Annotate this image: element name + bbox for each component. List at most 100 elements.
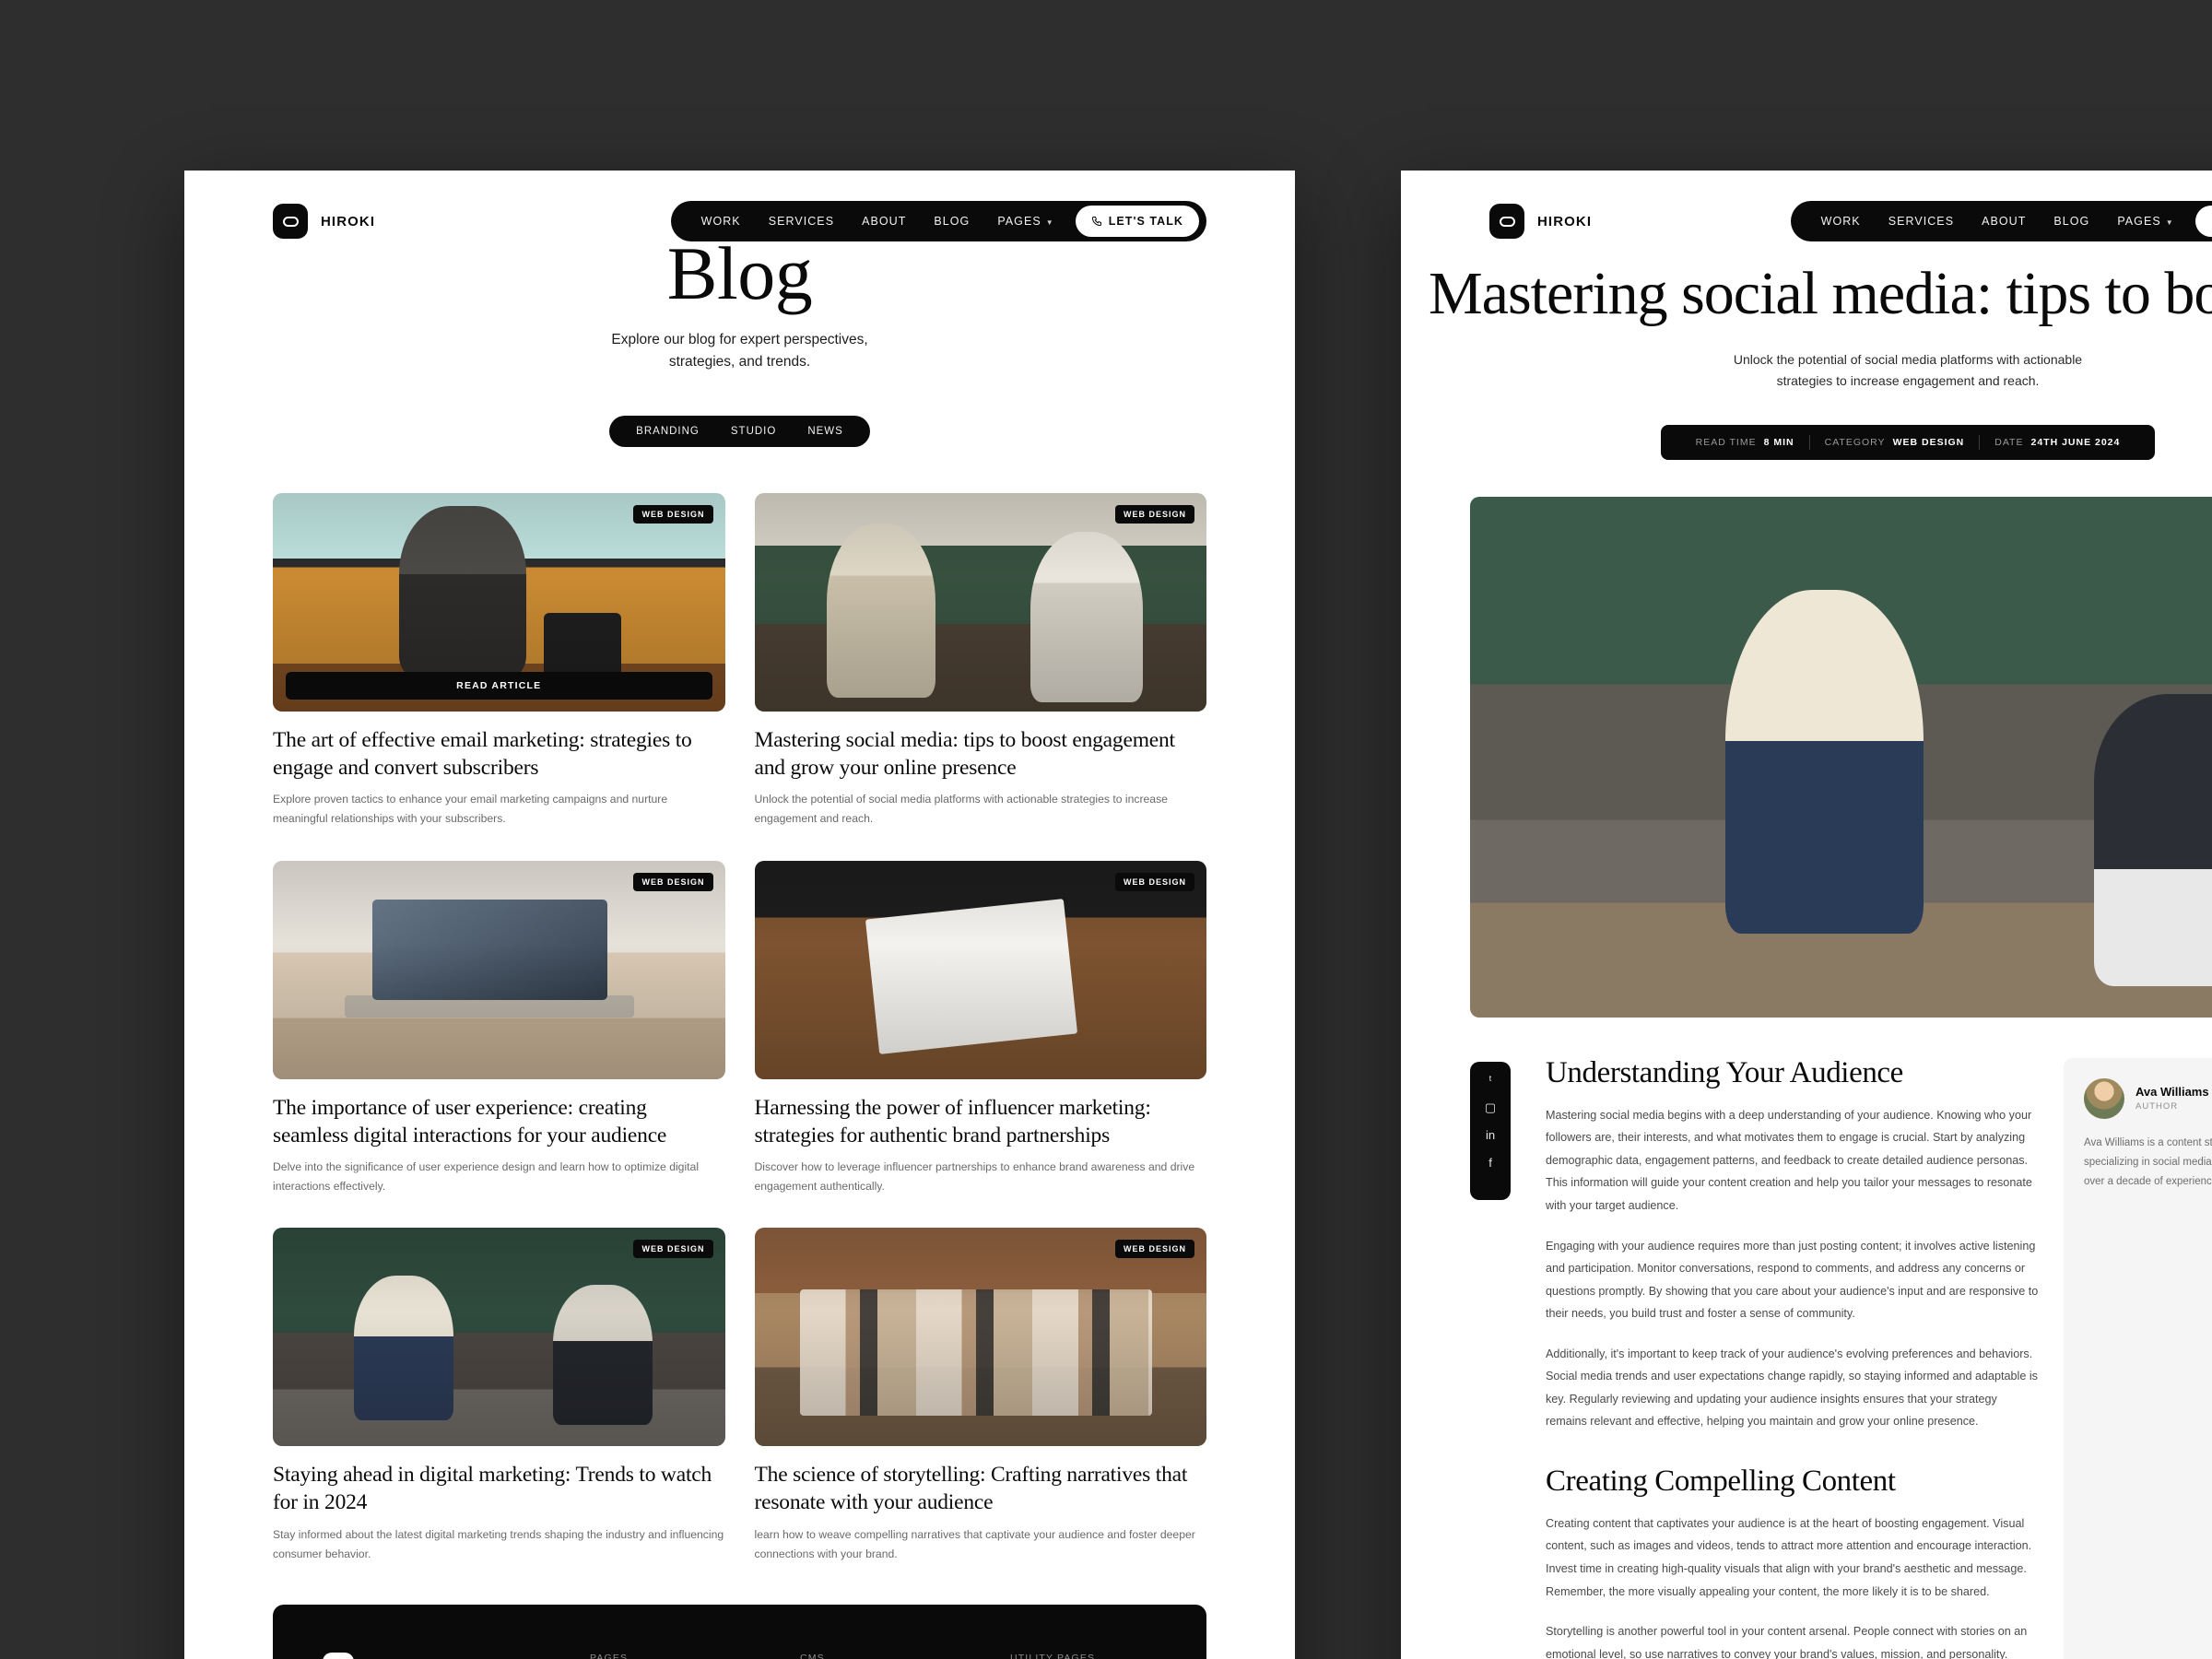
card-title: The science of storytelling: Crafting na… (754, 1463, 1188, 1515)
footer-column-pages: PAGES HOME SERVICES ABOUT CAREER CONTACT… (590, 1653, 800, 1659)
hero-image (1470, 496, 2212, 1018)
blog-article-window: HIROKI WORK SERVICES ABOUT BLOG PAGES ▼ … (1401, 171, 2212, 1659)
hiroki-logo-icon (323, 1653, 354, 1659)
card-thumbnail[interactable]: WEB DESIGN (754, 860, 1206, 1079)
instagram-icon[interactable]: ▢ (1485, 1101, 1496, 1113)
nav-link-pages[interactable]: PAGES ▼ (2103, 215, 2187, 228)
meta-value: WEB DESIGN (1892, 436, 1965, 448)
author-card: Ava Williams AUTHOR Ava Williams is a co… (2064, 1057, 2212, 1659)
author-bio: Ava Williams is a content strategist spe… (2084, 1136, 2212, 1188)
card-thumbnail[interactable]: WEB DESIGN (754, 1228, 1206, 1447)
meta-key: DATE (1994, 436, 2024, 448)
facebook-icon[interactable]: f (1488, 1157, 1492, 1169)
lets-talk-button[interactable]: LET'S TALK (1075, 206, 1199, 237)
nav-link-about[interactable]: ABOUT (848, 215, 920, 228)
footer-column-heading: CMS (800, 1653, 825, 1659)
chevron-down-icon: ▼ (2165, 218, 2174, 227)
article-body: ᵗ ▢ in f Understanding Your Audience Mas… (1401, 1056, 2212, 1659)
image-overlay (273, 1228, 725, 1447)
meta-date: DATE 24TH JUNE 2024 (1980, 437, 2135, 448)
filter-news[interactable]: NEWS (792, 426, 859, 437)
nav-link-about[interactable]: ABOUT (1968, 215, 2040, 228)
category-badge: WEB DESIGN (1114, 1240, 1194, 1259)
hiroki-logo-icon (273, 204, 308, 239)
category-badge: WEB DESIGN (1114, 504, 1194, 524)
blog-listing-window: HIROKI WORK SERVICES ABOUT BLOG PAGES ▼ … (184, 171, 1295, 1659)
footer-brand-column: HIROKI By Gola Templates. ƒ ▢ in f (323, 1653, 590, 1659)
card-description: Explore proven tactics to enhance your e… (273, 792, 668, 826)
nav-link-work[interactable]: WORK (1807, 215, 1875, 228)
card-title: The importance of user experience: creat… (273, 1095, 667, 1147)
desktop-background: HIROKI WORK SERVICES ABOUT BLOG PAGES ▼ … (0, 0, 2212, 1659)
card-title: Harnessing the power of influencer marke… (754, 1095, 1151, 1147)
linkedin-icon[interactable]: in (1486, 1129, 1495, 1141)
brand-name: HIROKI (1537, 213, 1593, 229)
card-title: Staying ahead in digital marketing: Tren… (273, 1463, 712, 1515)
article-paragraph: Storytelling is another powerful tool in… (1546, 1625, 2028, 1659)
blog-card[interactable]: WEB DESIGN The importance of user experi… (273, 860, 725, 1197)
blog-post-grid: WEB DESIGN READ ARTICLE The art of effec… (184, 492, 1295, 1565)
footer-logo[interactable]: HIROKI (323, 1653, 590, 1659)
article-paragraph: Mastering social media begins with a dee… (1546, 1108, 2032, 1212)
brand-logo[interactable]: HIROKI (273, 204, 375, 239)
nav-link-services[interactable]: SERVICES (755, 215, 848, 228)
site-header: HIROKI WORK SERVICES ABOUT BLOG PAGES ▼ … (1401, 171, 2212, 272)
meta-value: 24TH JUNE 2024 (2030, 436, 2121, 448)
blog-card[interactable]: WEB DESIGN Mastering social media: tips … (754, 492, 1206, 830)
card-thumbnail[interactable]: WEB DESIGN READ ARTICLE (273, 492, 725, 712)
site-footer: HIROKI By Gola Templates. ƒ ▢ in f PAGES… (273, 1605, 1206, 1659)
lets-talk-label: LET'S TALK (1108, 215, 1183, 228)
article-paragraph: Additionally, it's important to keep tra… (1546, 1347, 2038, 1429)
author-role: AUTHOR (2136, 1101, 2179, 1112)
article-subtitle: Unlock the potential of social media pla… (1733, 351, 2083, 388)
image-overlay (273, 860, 725, 1079)
social-share-rail: ᵗ ▢ in f (1470, 1061, 1511, 1200)
twitter-icon[interactable]: ᵗ (1489, 1074, 1492, 1086)
article-hero-image (1470, 496, 2212, 1018)
primary-nav: WORK SERVICES ABOUT BLOG PAGES ▼ LET'S T… (670, 201, 1206, 241)
meta-key: CATEGORY (1824, 436, 1886, 448)
blog-card[interactable]: WEB DESIGN Staying ahead in digital mark… (273, 1228, 725, 1564)
article-text-column: Understanding Your Audience Mastering so… (1511, 1056, 2064, 1659)
meta-value: 8 MIN (1763, 436, 1794, 448)
footer-column-heading: UTILITY PAGES (1010, 1653, 1096, 1659)
blog-card[interactable]: WEB DESIGN Harnessing the power of influ… (754, 860, 1206, 1197)
brand-logo[interactable]: HIROKI (1489, 204, 1592, 239)
footer-column-heading: PAGES (590, 1653, 629, 1659)
meta-category: CATEGORY WEB DESIGN (1810, 437, 1980, 448)
nav-link-pages[interactable]: PAGES ▼ (983, 215, 1067, 228)
blog-card[interactable]: WEB DESIGN READ ARTICLE The art of effec… (273, 492, 725, 830)
avatar (2084, 1077, 2124, 1119)
blog-card[interactable]: WEB DESIGN The science of storytelling: … (754, 1228, 1206, 1564)
card-thumbnail[interactable]: WEB DESIGN (754, 492, 1206, 712)
lets-talk-button[interactable]: LET'S TALK (2194, 206, 2212, 237)
category-filter-group: BRANDING STUDIO NEWS (609, 415, 870, 447)
card-description: learn how to weave compelling narratives… (754, 1527, 1195, 1560)
filter-branding[interactable]: BRANDING (620, 426, 715, 437)
hiroki-logo-icon (1489, 204, 1524, 239)
footer-column-utility: UTILITY PAGES 404 ERROR PAGE STYLEGUIDE … (1010, 1653, 1220, 1659)
category-badge: WEB DESIGN (633, 504, 713, 524)
card-thumbnail[interactable]: WEB DESIGN (273, 1228, 725, 1447)
chevron-down-icon: ▼ (1045, 218, 1054, 227)
section-heading: Creating Compelling Content (1546, 1464, 1896, 1498)
brand-name: HIROKI (321, 213, 376, 229)
meta-key: READ TIME (1695, 436, 1757, 448)
section-heading: Understanding Your Audience (1546, 1055, 1903, 1089)
card-description: Discover how to leverage influencer part… (754, 1159, 1195, 1193)
nav-link-services[interactable]: SERVICES (1875, 215, 1968, 228)
card-thumbnail[interactable]: WEB DESIGN (273, 860, 725, 1079)
card-title: Mastering social media: tips to boost en… (754, 727, 1176, 780)
category-badge: WEB DESIGN (1114, 872, 1194, 891)
card-description: Unlock the potential of social media pla… (754, 792, 1168, 826)
nav-link-work[interactable]: WORK (688, 215, 755, 228)
article-meta-bar: READ TIME 8 MIN CATEGORY WEB DESIGN DATE… (1660, 424, 2156, 460)
nav-link-blog[interactable]: BLOG (920, 215, 983, 228)
site-header: HIROKI WORK SERVICES ABOUT BLOG PAGES ▼ … (184, 171, 1295, 272)
image-overlay (754, 492, 1206, 712)
page-subtitle: Explore our blog for expert perspectives… (611, 331, 868, 370)
nav-link-blog[interactable]: BLOG (2040, 215, 2103, 228)
filter-studio[interactable]: STUDIO (715, 426, 792, 437)
read-article-button[interactable]: READ ARTICLE (286, 671, 712, 700)
footer-column-cms: CMS WORK WORK SINGLE BLOG BLOG SINGLE (800, 1653, 1010, 1659)
